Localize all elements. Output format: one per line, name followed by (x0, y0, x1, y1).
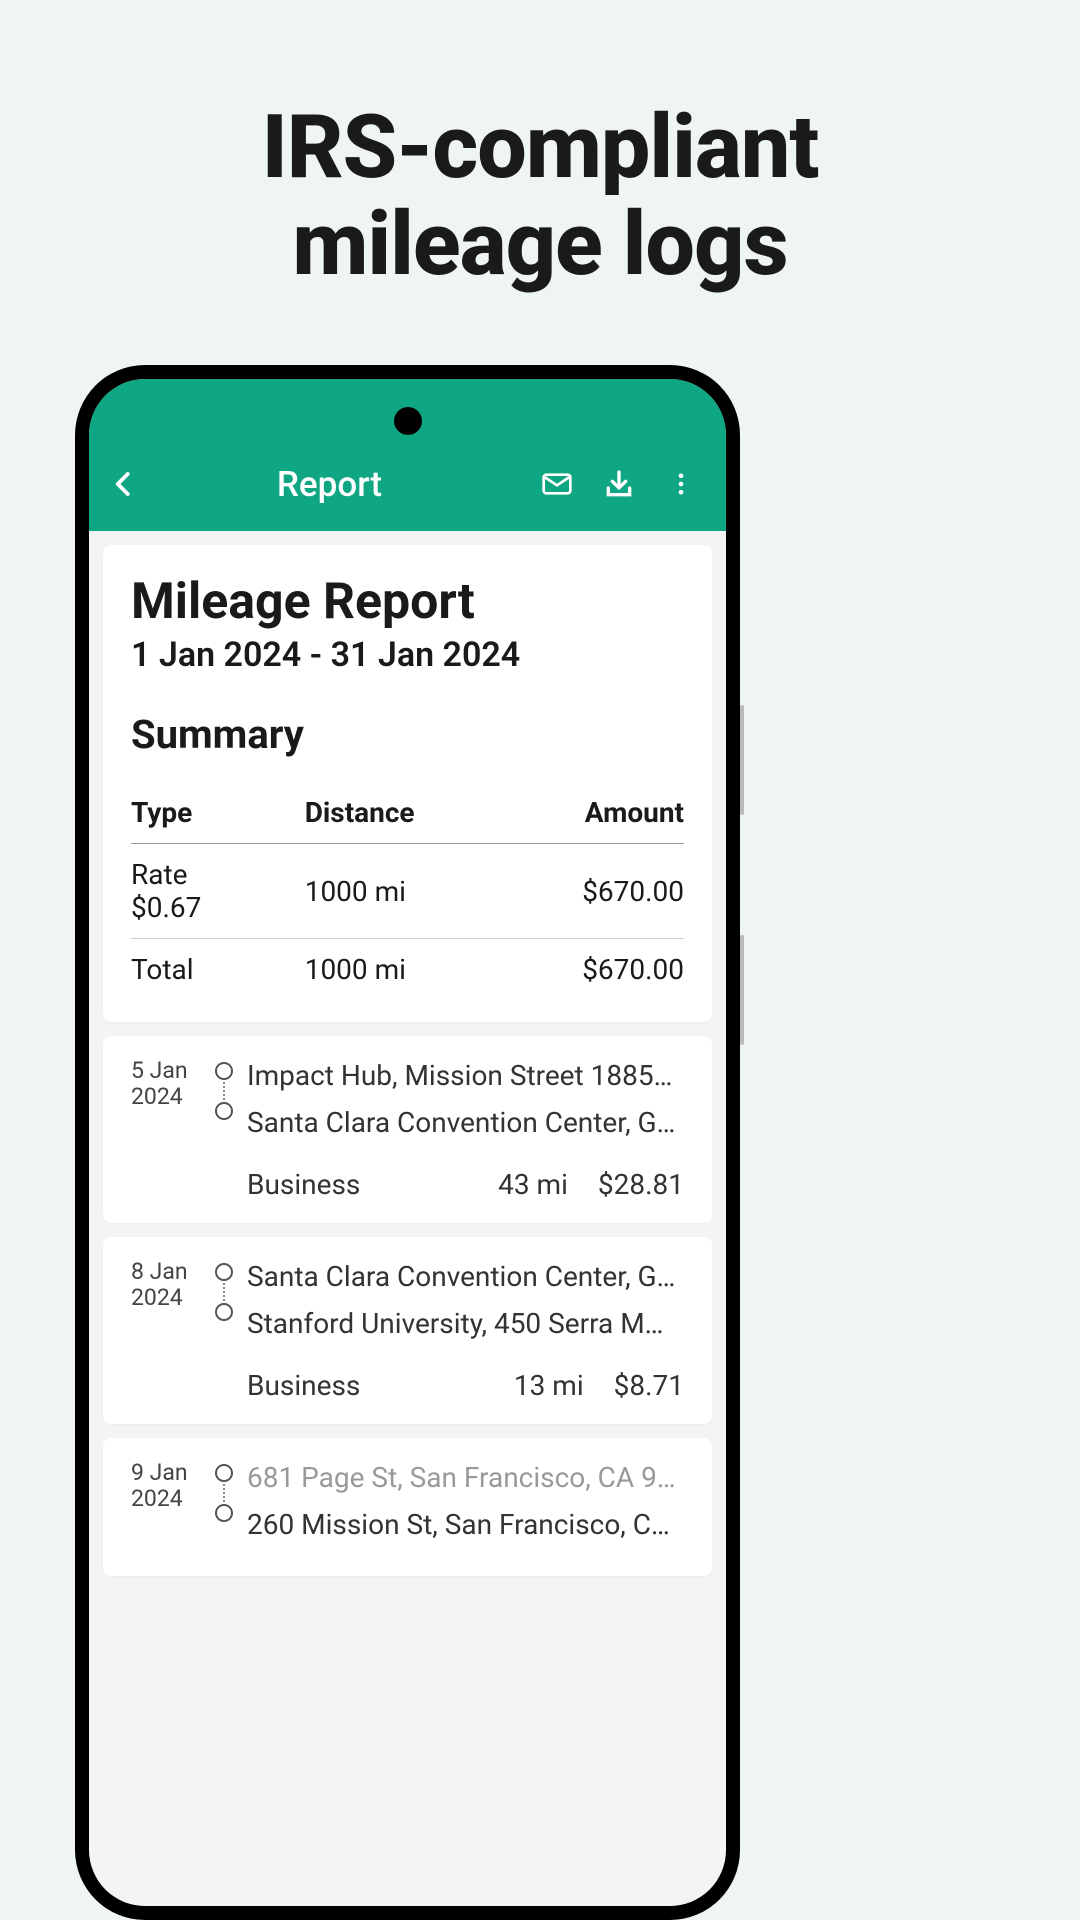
more-button[interactable] (656, 459, 706, 509)
trip-date: 5 Jan2024 (131, 1058, 199, 1201)
origin-marker-icon (215, 1062, 233, 1080)
table-row-total: Total 1000 mi $670.00 (131, 939, 684, 1001)
trip-origin: Impact Hub, Mission Street 1885, 94103 S… (247, 1058, 677, 1093)
rate-amount: $670.00 (519, 844, 684, 939)
route-line (223, 1484, 225, 1502)
route-markers (209, 1259, 239, 1321)
total-label: Total (131, 939, 245, 1001)
headline-line2: mileage logs (0, 197, 1080, 294)
total-amount: $670.00 (519, 939, 684, 1001)
trip-distance: 43 mi (498, 1168, 568, 1201)
origin-marker-icon (215, 1464, 233, 1482)
headline-line1: IRS-compliant (0, 100, 1080, 197)
page-title: Report (139, 464, 520, 505)
content-area: Mileage Report 1 Jan 2024 - 31 Jan 2024 … (89, 531, 726, 1604)
app-bar: Report (89, 379, 726, 531)
route-line (223, 1082, 225, 1100)
origin-marker-icon (215, 1263, 233, 1281)
marketing-headline: IRS-compliant mileage logs (0, 0, 1080, 294)
trip-destination: Stanford University, 450 Serra Mall, Sta… (247, 1306, 677, 1341)
destination-marker-icon (215, 1303, 233, 1321)
destination-marker-icon (215, 1504, 233, 1522)
total-distance: 1000 mi (245, 939, 520, 1001)
rate-distance: 1000 mi (245, 844, 520, 939)
phone-screen: Report Mileage Report 1 Jan 2024 - 31 Ja… (89, 379, 726, 1906)
trip-category: Business (247, 1369, 514, 1402)
route-line (223, 1283, 225, 1301)
report-summary-card: Mileage Report 1 Jan 2024 - 31 Jan 2024 … (103, 545, 712, 1022)
trip-card[interactable]: 5 Jan2024 Impact Hub, Mission Street 188… (103, 1036, 712, 1223)
download-button[interactable] (594, 459, 644, 509)
trip-destination: Santa Clara Convention Center, Great Ame… (247, 1105, 677, 1140)
email-button[interactable] (532, 459, 582, 509)
rate-value: $0.67 (131, 891, 245, 924)
table-row-rate: Rate $0.67 1000 mi $670.00 (131, 844, 684, 939)
destination-marker-icon (215, 1102, 233, 1120)
col-header-type: Type (131, 782, 245, 844)
report-date-range: 1 Jan 2024 - 31 Jan 2024 (131, 635, 684, 675)
route-markers (209, 1460, 239, 1522)
trip-category: Business (247, 1168, 498, 1201)
col-header-distance: Distance (245, 782, 520, 844)
trip-date: 9 Jan2024 (131, 1460, 199, 1554)
trip-amount: $28.81 (598, 1168, 684, 1201)
more-vert-icon (667, 470, 695, 498)
download-icon (603, 468, 635, 500)
route-markers (209, 1058, 239, 1120)
phone-camera (394, 407, 422, 435)
trip-destination: 260 Mission St, San Francisco, CA 94105,… (247, 1507, 677, 1542)
chevron-left-icon (109, 469, 139, 499)
trip-card[interactable]: 8 Jan2024 Santa Clara Convention Center,… (103, 1237, 712, 1424)
trip-origin: 681 Page St, San Francisco, CA 94117, US… (247, 1460, 677, 1495)
trip-distance: 13 mi (514, 1369, 584, 1402)
trip-amount: $8.71 (614, 1369, 684, 1402)
phone-frame: Report Mileage Report 1 Jan 2024 - 31 Ja… (75, 365, 740, 1920)
summary-table: Type Distance Amount Rate $0.67 1000 mi … (131, 782, 684, 1000)
col-header-amount: Amount (519, 782, 684, 844)
phone-side-button (740, 935, 744, 1045)
trip-footer: Business 43 mi $28.81 (209, 1168, 684, 1201)
phone-side-button (740, 705, 744, 815)
summary-heading: Summary (131, 711, 684, 758)
rate-label: Rate (131, 858, 245, 891)
trip-card[interactable]: 9 Jan2024 681 Page St, San Francisco, CA… (103, 1438, 712, 1576)
trip-footer: Business 13 mi $8.71 (209, 1369, 684, 1402)
trip-date: 8 Jan2024 (131, 1259, 199, 1402)
mail-icon (541, 468, 573, 500)
trip-origin: Santa Clara Convention Center, Great Ame… (247, 1259, 677, 1294)
report-title: Mileage Report (131, 573, 684, 631)
